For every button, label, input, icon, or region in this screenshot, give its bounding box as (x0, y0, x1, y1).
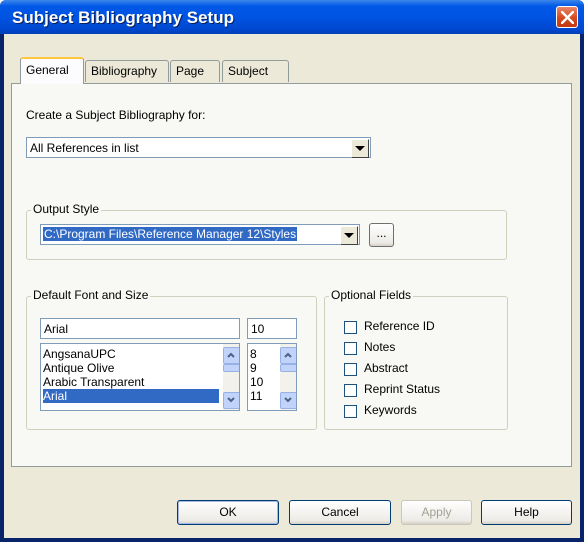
apply-button[interactable]: Apply (401, 500, 472, 525)
font-input-value: Arial (44, 322, 69, 336)
scroll-thumb[interactable] (223, 364, 239, 372)
scroll-down-button[interactable] (280, 392, 296, 409)
create-for-combobox[interactable]: All References in list (26, 137, 371, 158)
chevron-up-icon (227, 352, 235, 358)
reference-id-checkbox[interactable] (344, 321, 357, 334)
tab-bibliography[interactable]: Bibliography (85, 60, 169, 82)
scroll-down-button[interactable] (223, 392, 239, 409)
window-title: Subject Bibliography Setup (12, 8, 234, 27)
output-style-value: C:\Program Files\Reference Manager 12\St… (43, 227, 298, 241)
create-label: Create a Subject Bibliography for: (26, 108, 206, 122)
close-icon (561, 11, 574, 24)
tab-page[interactable]: Page (170, 60, 220, 82)
keywords-checkbox[interactable] (344, 405, 357, 418)
size-list-scrollbar[interactable] (280, 344, 296, 410)
chevron-down-icon (284, 397, 292, 403)
list-item-selected[interactable]: 11 (250, 389, 262, 403)
abstract-checkbox[interactable] (344, 363, 357, 376)
tab-general[interactable]: General (20, 57, 84, 84)
list-item[interactable]: 10 (250, 375, 263, 389)
optional-fields-label: Optional Fields (329, 288, 414, 302)
list-item[interactable]: 9 (250, 361, 257, 375)
reference-id-label: Reference ID (364, 319, 435, 333)
window-bottom-border (0, 538, 584, 542)
tab-general-label: General (26, 63, 69, 77)
title-bar[interactable]: Subject Bibliography Setup (0, 0, 584, 34)
tab-panel-general: Create a Subject Bibliography for: All R… (11, 83, 572, 467)
notes-label: Notes (364, 340, 396, 354)
output-style-label: Output Style (31, 202, 102, 216)
chevron-down-icon (227, 397, 235, 403)
font-listbox[interactable]: AngsanaUPC Antique Olive Arabic Transpar… (40, 343, 240, 411)
size-input-value: 10 (251, 322, 265, 336)
chevron-up-icon (284, 352, 292, 358)
scroll-up-button[interactable] (223, 347, 239, 364)
size-input[interactable]: 10 (247, 318, 297, 339)
list-item[interactable]: Arabic Transparent (43, 375, 144, 389)
abstract-label: Abstract (364, 361, 409, 375)
scroll-up-button[interactable] (280, 347, 296, 364)
chevron-down-icon (344, 233, 354, 238)
output-style-dropdown-button[interactable] (340, 226, 358, 245)
list-item-selected[interactable]: Arial (43, 389, 219, 403)
list-item[interactable]: AngsanaUPC (43, 347, 116, 361)
list-item[interactable]: Antique Olive (43, 361, 114, 375)
size-listbox[interactable]: 8 9 10 11 (247, 343, 297, 411)
chevron-down-icon (355, 146, 365, 151)
tab-bibliography-label: Bibliography (91, 64, 158, 78)
help-button[interactable]: Help (481, 500, 572, 525)
cancel-button[interactable]: Cancel (289, 500, 391, 525)
browse-style-button[interactable]: ... (369, 223, 394, 247)
ok-button[interactable]: OK (177, 500, 279, 525)
font-input[interactable]: Arial (40, 318, 240, 339)
output-style-combobox[interactable]: C:\Program Files\Reference Manager 12\St… (40, 224, 360, 245)
list-item[interactable]: 8 (250, 347, 257, 361)
create-for-value: All References in list (30, 141, 139, 155)
scroll-thumb[interactable] (280, 364, 296, 372)
font-list-scrollbar[interactable] (223, 344, 239, 410)
tab-subject-label: Subject (228, 64, 269, 78)
close-button[interactable] (556, 6, 578, 28)
font-size-label: Default Font and Size (31, 288, 151, 302)
reprint-status-checkbox[interactable] (344, 384, 357, 397)
tab-page-label: Page (176, 64, 205, 78)
reprint-status-label: Reprint Status (364, 382, 441, 396)
create-for-dropdown-button[interactable] (351, 139, 369, 158)
keywords-label: Keywords (364, 403, 417, 417)
notes-checkbox[interactable] (344, 342, 357, 355)
tab-subject[interactable]: Subject (222, 60, 289, 82)
